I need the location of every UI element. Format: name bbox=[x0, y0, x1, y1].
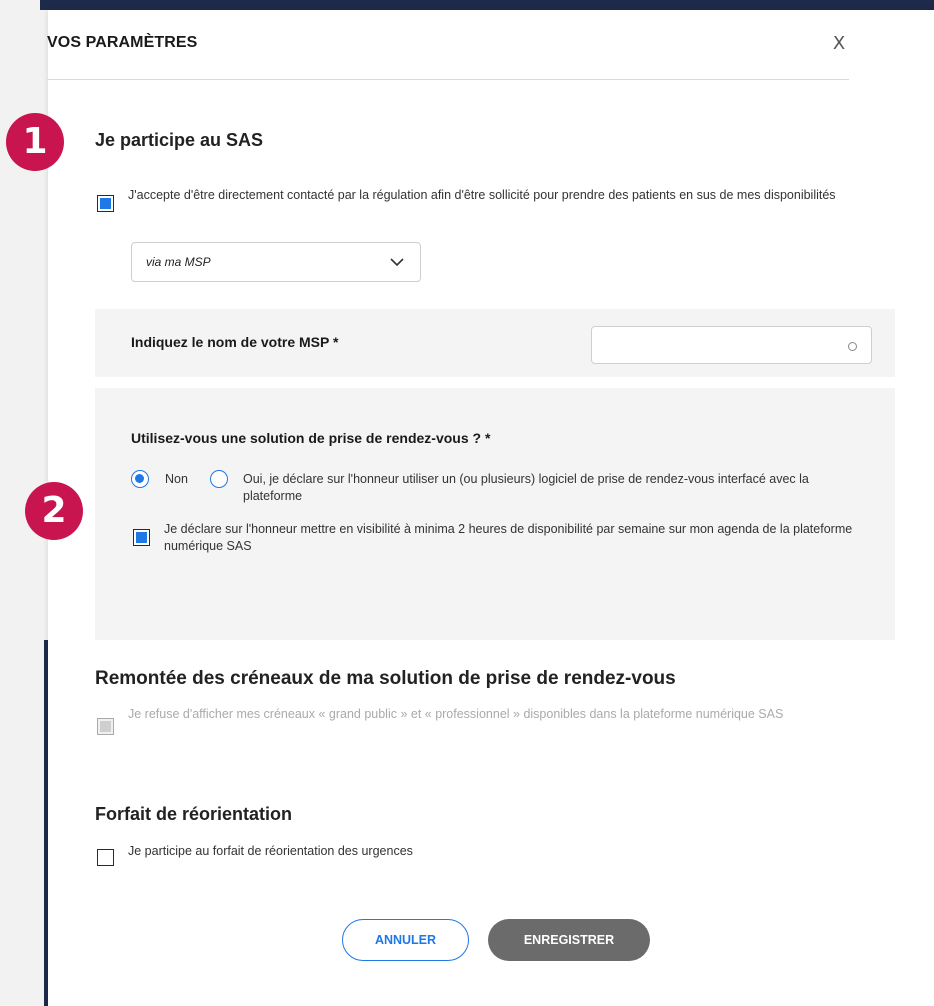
save-button[interactable]: ENREGISTRER bbox=[488, 919, 650, 961]
radio-oui[interactable] bbox=[210, 470, 228, 488]
step-badge-2: 2 bbox=[25, 482, 83, 540]
msp-name-input[interactable] bbox=[591, 326, 872, 364]
declaration-checkbox-label: Je déclare sur l'honneur mettre en visib… bbox=[164, 522, 853, 553]
close-button[interactable]: X bbox=[829, 32, 849, 54]
declaration-checkbox[interactable] bbox=[133, 529, 150, 546]
declaration-checkbox-row[interactable]: Je déclare sur l'honneur mettre en visib… bbox=[133, 521, 878, 555]
refuse-checkbox-label: Je refuse d'afficher mes créneaux « gran… bbox=[128, 707, 784, 721]
modal-title: VOS PARAMÈTRES bbox=[47, 34, 198, 51]
forfait-checkbox[interactable] bbox=[97, 849, 114, 866]
loading-circle-icon bbox=[848, 342, 857, 351]
forfait-checkbox-row[interactable]: Je participe au forfait de réorientation… bbox=[97, 843, 797, 866]
contact-mode-select[interactable]: via ma MSP bbox=[131, 242, 421, 282]
rdv-question: Utilisez-vous une solution de prise de r… bbox=[131, 430, 491, 446]
forfait-section-title: Forfait de réorientation bbox=[95, 804, 293, 824]
chevron-down-icon bbox=[390, 258, 404, 267]
background-header-bar bbox=[40, 0, 934, 10]
radio-non-label[interactable]: Non bbox=[165, 471, 188, 488]
contact-checkbox[interactable] bbox=[97, 195, 114, 212]
forfait-checkbox-label: Je participe au forfait de réorientation… bbox=[128, 844, 413, 858]
rdv-panel bbox=[95, 388, 895, 640]
msp-field-label: Indiquez le nom de votre MSP * bbox=[131, 334, 339, 350]
refuse-checkbox bbox=[97, 718, 114, 735]
contact-mode-select-value: via ma MSP bbox=[146, 255, 211, 269]
contact-checkbox-label: J'accepte d'être directement contacté pa… bbox=[128, 188, 836, 202]
sas-section-title: Je participe au SAS bbox=[95, 130, 264, 150]
cancel-button[interactable]: ANNULER bbox=[342, 919, 469, 961]
modal-header: VOS PARAMÈTRES X bbox=[47, 32, 849, 80]
radio-oui-label[interactable]: Oui, je déclare sur l'honneur utiliser u… bbox=[243, 471, 863, 505]
page: VOS PARAMÈTRES X 1 2 Je participe au SAS… bbox=[0, 0, 934, 1006]
refuse-checkbox-row: Je refuse d'afficher mes créneaux « gran… bbox=[97, 706, 857, 735]
remontee-section-title: Remontée des créneaux de ma solution de … bbox=[95, 668, 676, 689]
radio-non[interactable] bbox=[131, 470, 149, 488]
step-badge-1: 1 bbox=[6, 113, 64, 171]
contact-checkbox-row[interactable]: J'accepte d'être directement contacté pa… bbox=[97, 187, 877, 212]
